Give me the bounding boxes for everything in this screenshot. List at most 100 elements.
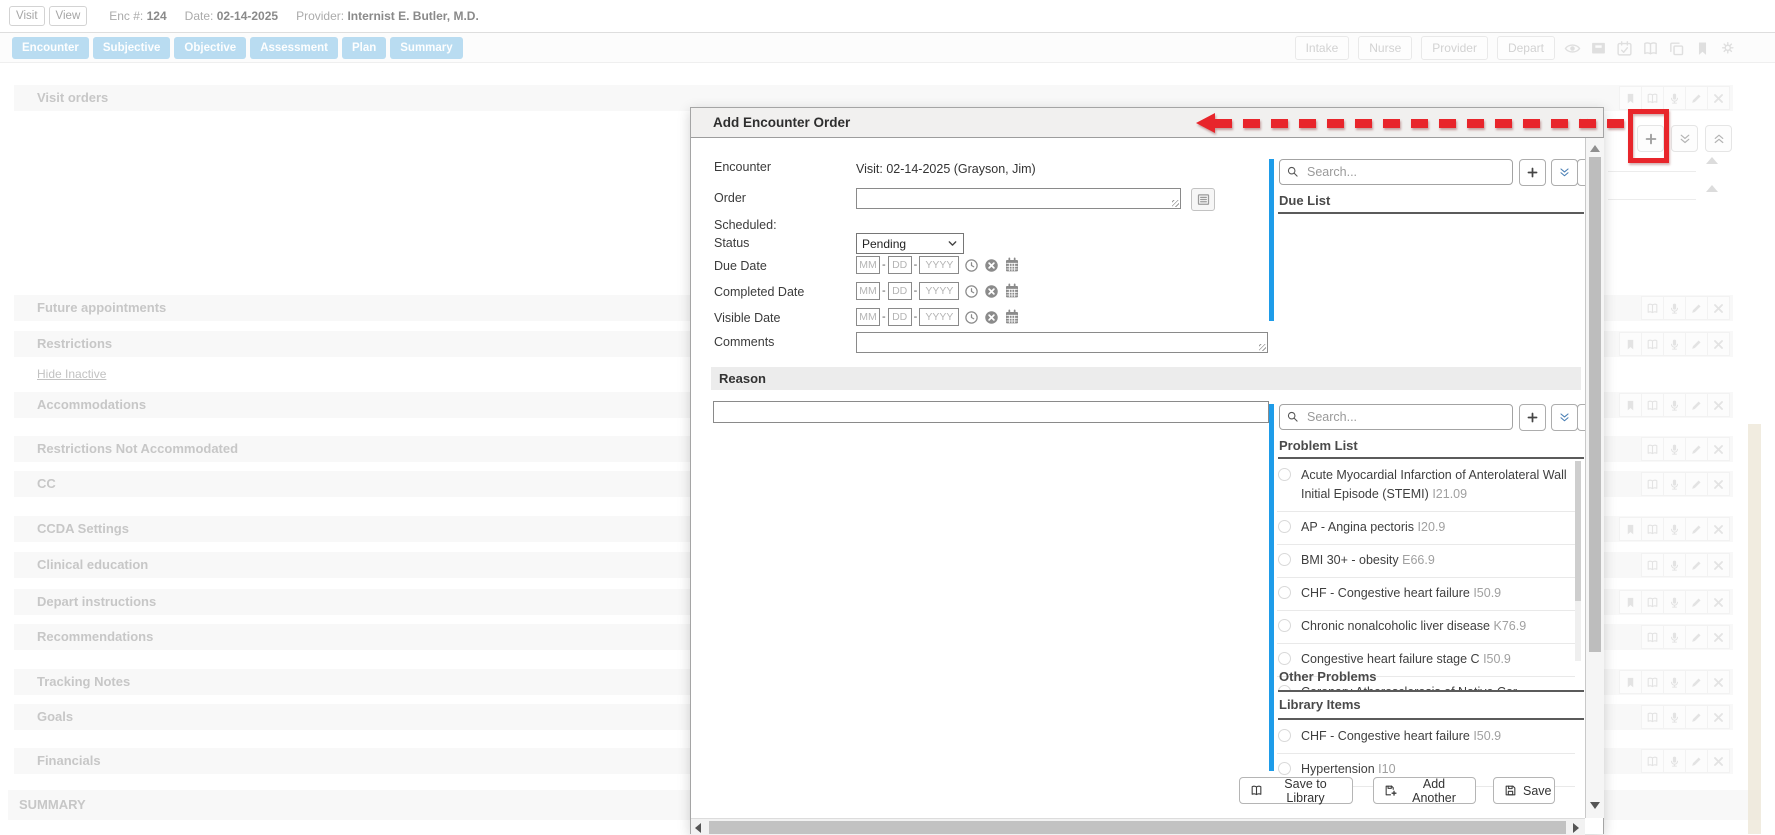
x-icon[interactable] <box>1707 625 1730 649</box>
tab-objective[interactable]: Objective <box>174 37 246 59</box>
scroll-down-arrow[interactable] <box>1590 802 1600 809</box>
month-input[interactable]: MM <box>856 256 880 274</box>
bookmark-icon[interactable] <box>1619 590 1642 614</box>
radio-button[interactable] <box>1278 619 1291 632</box>
pencil-icon[interactable] <box>1685 437 1708 461</box>
calendar-icon[interactable] <box>1004 283 1020 299</box>
pencil-icon[interactable] <box>1685 86 1708 110</box>
x-icon[interactable] <box>1707 437 1730 461</box>
microphone-icon[interactable] <box>1663 472 1686 496</box>
tab-summary[interactable]: Summary <box>390 37 462 59</box>
radio-button[interactable] <box>1278 652 1291 665</box>
day-input[interactable]: DD <box>888 282 912 300</box>
book-icon[interactable] <box>1641 517 1664 541</box>
dialog-vertical-scrollbar[interactable] <box>1585 138 1604 818</box>
bookmark-icon[interactable] <box>1619 86 1642 110</box>
pencil-icon[interactable] <box>1685 749 1708 773</box>
scroll-left-arrow[interactable] <box>695 823 701 833</box>
calendar-icon[interactable] <box>1004 309 1020 325</box>
pencil-icon[interactable] <box>1685 670 1708 694</box>
bookmark-icon[interactable] <box>1619 517 1642 541</box>
x-icon[interactable] <box>1707 296 1730 320</box>
tab-encounter[interactable]: Encounter <box>12 37 89 59</box>
book-icon[interactable] <box>1641 705 1664 729</box>
book-icon[interactable] <box>1641 437 1664 461</box>
microphone-icon[interactable] <box>1663 517 1686 541</box>
page-scrollbar[interactable] <box>1748 424 1761 834</box>
copy-icon[interactable] <box>1668 40 1685 57</box>
clear-date-icon[interactable] <box>984 284 999 299</box>
depart-stage-button[interactable]: Depart <box>1497 36 1555 60</box>
clock-icon[interactable] <box>964 284 979 299</box>
microphone-icon[interactable] <box>1663 590 1686 614</box>
microphone-icon[interactable] <box>1663 625 1686 649</box>
scrollbar-thumb[interactable] <box>1589 157 1601 652</box>
problem-list-scrollbar[interactable] <box>1575 461 1581 661</box>
add-another-button[interactable]: Add Another <box>1373 777 1476 804</box>
radio-button[interactable] <box>1278 520 1291 533</box>
expand-all-button[interactable] <box>1671 125 1698 152</box>
radio-button[interactable] <box>1278 762 1291 775</box>
order-lookup-button[interactable] <box>1191 188 1215 211</box>
order-input[interactable] <box>856 188 1181 209</box>
list-item[interactable]: Chronic nonalcoholic liver disease K76.9 <box>1277 611 1575 644</box>
collapse-triangle-icon[interactable] <box>1706 185 1718 192</box>
book-icon[interactable] <box>1641 472 1664 496</box>
year-input[interactable]: YYYY <box>919 256 959 274</box>
status-select[interactable]: Pending <box>856 233 964 254</box>
view-tab[interactable]: View <box>49 6 88 26</box>
microphone-icon[interactable] <box>1663 437 1686 461</box>
problem-search-input[interactable] <box>1279 404 1513 430</box>
clock-icon[interactable] <box>964 258 979 273</box>
calendar-check-icon[interactable] <box>1616 40 1633 57</box>
comments-input[interactable] <box>856 332 1268 353</box>
x-icon[interactable] <box>1707 86 1730 110</box>
bookmark-icon[interactable] <box>1619 393 1642 417</box>
book-icon[interactable] <box>1641 749 1664 773</box>
book-icon[interactable] <box>1641 393 1664 417</box>
x-icon[interactable] <box>1707 332 1730 356</box>
dialog-horizontal-scrollbar[interactable] <box>691 818 1585 835</box>
visit-tab[interactable]: Visit <box>9 6 45 26</box>
pencil-icon[interactable] <box>1685 625 1708 649</box>
tab-assessment[interactable]: Assessment <box>250 37 338 59</box>
x-icon[interactable] <box>1707 553 1730 577</box>
microphone-icon[interactable] <box>1663 393 1686 417</box>
radio-button[interactable] <box>1278 553 1291 566</box>
day-input[interactable]: DD <box>888 308 912 326</box>
list-item[interactable]: Acute Myocardial Infarction of Anterolat… <box>1277 460 1575 512</box>
x-icon[interactable] <box>1707 705 1730 729</box>
microphone-icon[interactable] <box>1663 296 1686 320</box>
eye-icon[interactable] <box>1564 40 1581 57</box>
month-input[interactable]: MM <box>856 282 880 300</box>
clear-date-icon[interactable] <box>984 258 999 273</box>
resize-handle[interactable] <box>1259 344 1266 351</box>
scrollbar-thumb[interactable] <box>709 821 1566 834</box>
x-icon[interactable] <box>1707 670 1730 694</box>
hide-inactive-link[interactable]: Hide Inactive <box>37 367 106 381</box>
tab-plan[interactable]: Plan <box>342 37 386 59</box>
book-icon[interactable] <box>1641 670 1664 694</box>
archive-icon[interactable] <box>1590 40 1607 57</box>
nurse-stage-button[interactable]: Nurse <box>1358 36 1412 60</box>
list-item[interactable]: CHF - Congestive heart failure I50.9 <box>1277 578 1575 611</box>
x-icon[interactable] <box>1707 517 1730 541</box>
x-icon[interactable] <box>1707 472 1730 496</box>
pencil-icon[interactable] <box>1685 705 1708 729</box>
list-item[interactable]: CHF - Congestive heart failure I50.9 <box>1277 721 1575 754</box>
problem-add-button[interactable] <box>1519 404 1546 431</box>
pencil-icon[interactable] <box>1685 517 1708 541</box>
problem-expand-button[interactable] <box>1551 404 1578 431</box>
calendar-icon[interactable] <box>1004 257 1020 273</box>
pencil-icon[interactable] <box>1685 296 1708 320</box>
due-add-button[interactable] <box>1519 159 1546 186</box>
book-icon[interactable] <box>1641 553 1664 577</box>
radio-button[interactable] <box>1278 586 1291 599</box>
list-item[interactable]: BMI 30+ - obesity E66.9 <box>1277 545 1575 578</box>
collapse-triangle-icon[interactable] <box>1706 157 1718 164</box>
x-icon[interactable] <box>1707 749 1730 773</box>
pencil-icon[interactable] <box>1685 553 1708 577</box>
microphone-icon[interactable] <box>1663 332 1686 356</box>
scroll-up-arrow[interactable] <box>1590 145 1600 152</box>
x-icon[interactable] <box>1707 393 1730 417</box>
